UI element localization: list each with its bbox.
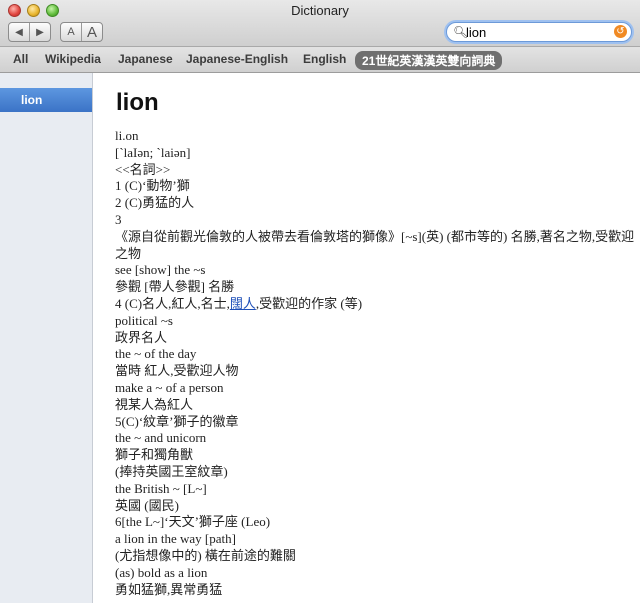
definition-text: 4 (C)名人,紅人,名士, bbox=[115, 295, 230, 311]
example-translation: 當時 紅人,受歡迎人物 bbox=[115, 363, 239, 379]
small-a-icon: A bbox=[67, 26, 75, 38]
part-of-speech: <<名詞>> bbox=[115, 161, 171, 177]
definition-line: 《源自從前觀光倫敦的人被帶去看倫敦塔的獅像》[~s](英) (都市等的) 名勝,… bbox=[115, 228, 635, 261]
idiom-line: (as) bold as a lion bbox=[115, 564, 208, 580]
results-sidebar: lion bbox=[0, 73, 93, 603]
forward-arrow-icon: ▶ bbox=[36, 26, 44, 38]
definition-line: 1 (C)‘動物’獅 bbox=[115, 178, 190, 194]
example-translation: (捧持英國王室紋章) bbox=[115, 463, 228, 479]
large-a-icon: A bbox=[86, 23, 97, 41]
definition-pane: lion li.on [ˋlaIən; ˋlaiən] <<名詞>> 1 (C)… bbox=[93, 73, 640, 603]
scope-all[interactable]: All bbox=[13, 52, 28, 66]
example-translation: 視某人為紅人 bbox=[115, 396, 194, 412]
font-size-buttons: A A bbox=[60, 22, 103, 42]
scope-japanese-english[interactable]: Japanese-English bbox=[186, 52, 288, 66]
idiom-translation: 勇如猛獅,異常勇猛 bbox=[115, 581, 223, 597]
definition-text: ,受歡迎的作家 (等) bbox=[255, 295, 363, 311]
example-line: make a ~ of a person bbox=[115, 379, 224, 395]
cross-reference-link[interactable]: 闊人 bbox=[230, 296, 256, 311]
decrease-font-button[interactable]: A bbox=[61, 23, 81, 41]
back-button[interactable]: ◀ bbox=[9, 23, 29, 41]
clear-search-icon[interactable]: ↺ bbox=[614, 25, 627, 38]
definition-line: 4 (C)名人,紅人,名士,闊人,受歡迎的作家 (等) bbox=[115, 296, 635, 313]
example-line: political ~s bbox=[115, 312, 173, 328]
window-title: Dictionary bbox=[291, 3, 349, 18]
example-line: see [show] the ~s bbox=[115, 262, 206, 278]
example-translation: 英國 (國民) bbox=[115, 497, 179, 513]
dictionary-scope-bar: All Wikipedia Japanese Japanese-English … bbox=[0, 47, 640, 73]
example-translation: 獅子和獨角獸 bbox=[115, 447, 194, 463]
idiom-line: a lion in the way [path] bbox=[115, 531, 236, 547]
forward-button[interactable]: ▶ bbox=[29, 23, 50, 41]
idiom-translation: (尤指想像中的) 橫在前途的難關 bbox=[115, 547, 296, 563]
example-line: the British ~ [L~] bbox=[115, 480, 207, 496]
increase-font-button[interactable]: A bbox=[81, 23, 102, 41]
scope-english[interactable]: English bbox=[303, 52, 346, 66]
example-translation: 政界名人 bbox=[115, 329, 168, 345]
pronunciation: [ˋlaIən; ˋlaiən] bbox=[115, 144, 191, 160]
example-line: the ~ of the day bbox=[115, 346, 197, 362]
entry-body: li.on [ˋlaIən; ˋlaiən] <<名詞>> 1 (C)‘動物’獅… bbox=[115, 128, 635, 598]
scope-japanese[interactable]: Japanese bbox=[118, 52, 173, 66]
sidebar-item-lion[interactable]: lion bbox=[0, 88, 92, 112]
back-arrow-icon: ◀ bbox=[15, 26, 23, 38]
definition-line: 3 bbox=[115, 211, 122, 227]
example-translation: 參觀 [帶人參觀] 名勝 bbox=[115, 279, 235, 295]
syllabification: li.on bbox=[115, 128, 139, 143]
navigation-buttons: ◀ ▶ bbox=[8, 22, 51, 42]
title-bar: Dictionary ◀ ▶ A A 🔍︎ ↺ bbox=[0, 0, 640, 47]
example-line: the ~ and unicorn bbox=[115, 430, 207, 446]
scope-wikipedia[interactable]: Wikipedia bbox=[45, 52, 101, 66]
definition-line: 2 (C)勇猛的人 bbox=[115, 195, 195, 211]
definition-line: 5(C)‘紋章’獅子的徽章 bbox=[115, 413, 239, 429]
headword: lion bbox=[116, 89, 159, 116]
definition-line: 6[the L~]‘天文’獅子座 (Leo) bbox=[115, 514, 271, 530]
search-field[interactable]: 🔍︎ ↺ bbox=[446, 22, 632, 42]
search-input[interactable] bbox=[466, 24, 606, 40]
scope-chinese-dictionary[interactable]: 21世紀英漢漢英雙向詞典 bbox=[355, 51, 503, 70]
